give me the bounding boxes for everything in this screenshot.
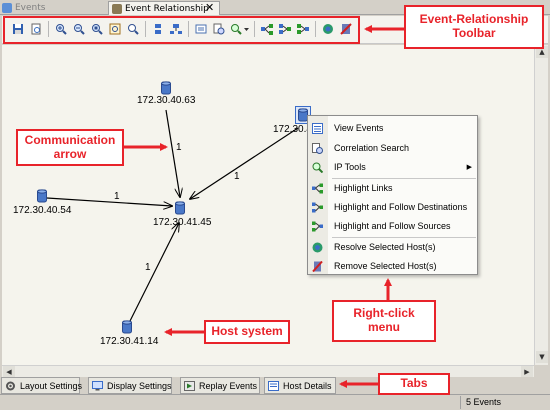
tab-events[interactable]: Events (2, 1, 102, 15)
tab-label: Layout Settings (20, 380, 83, 391)
tab-label: Display Settings (107, 380, 172, 391)
callout-text: Event-Relationship (419, 12, 529, 27)
host-icon[interactable] (122, 320, 132, 334)
tab-replay-events[interactable]: Replay Events (180, 377, 260, 394)
horizontal-scrollbar[interactable]: ◀ ▶ (2, 365, 534, 378)
status-bar: 5 Events (0, 394, 550, 410)
event-count-status: 5 Events (466, 397, 502, 407)
scroll-down-icon[interactable]: ▼ (536, 351, 548, 363)
host-icon[interactable] (37, 189, 47, 203)
edge-4x-to-45[interactable] (190, 127, 299, 199)
callout-text: Host system (211, 324, 283, 339)
host-details-icon (268, 381, 279, 391)
callout-text: arrow (53, 146, 87, 161)
tab-event-relationship-label: Event Relationship (125, 3, 209, 14)
menu-item-highlight-sources[interactable]: Highlight and Follow Sources (308, 217, 477, 235)
tab-display-settings[interactable]: Display Settings (88, 377, 172, 394)
tab-label: Replay Events (199, 380, 258, 391)
tab-event-relationship[interactable]: Event Relationship (108, 1, 220, 15)
menu-item-resolve-hosts[interactable]: Resolve Selected Host(s) (308, 238, 477, 256)
correlation-search-icon (312, 143, 323, 154)
menu-item-remove-hosts[interactable]: Remove Selected Host(s) (308, 257, 477, 275)
ip-tools-icon (312, 162, 323, 173)
tab-label: Host Details (283, 380, 332, 391)
events-icon (2, 3, 12, 13)
callout-tabs: Tabs (378, 373, 450, 395)
highlight-links-icon (312, 183, 323, 194)
tab-events-label: Events (15, 3, 46, 13)
bottom-tab-strip: Layout Settings Display Settings Replay … (0, 377, 550, 394)
highlight-sources-icon (312, 221, 323, 232)
edge-63-to-45[interactable] (165, 109, 180, 197)
menu-item-label: Highlight Links (334, 183, 393, 193)
menu-item-label: Highlight and Follow Destinations (334, 202, 468, 212)
resolve-host-icon (312, 242, 323, 253)
menu-item-highlight-links[interactable]: Highlight Links (308, 179, 477, 197)
edge-count-label: 1 (176, 142, 182, 153)
host-label-172-30-40-54: 172.30.40.54 (13, 205, 72, 216)
callout-communication-arrow: Communication arrow (16, 129, 124, 166)
host-label-172-30-41-45: 172.30.41.45 (153, 217, 212, 228)
host-label-172-30-41-14: 172.30.41.14 (100, 336, 159, 347)
menu-item-label: Highlight and Follow Sources (334, 221, 451, 231)
layout-settings-icon (6, 381, 15, 391)
event-relationship-icon (112, 3, 122, 14)
callout-right-click-menu: Right-click menu (332, 300, 436, 342)
edge-count-label: 1 (234, 171, 240, 182)
menu-item-correlation-search[interactable]: Correlation Search (308, 139, 477, 157)
callout-host-system: Host system (204, 320, 290, 344)
highlight-destinations-icon (312, 202, 323, 213)
callout-text: Right-click (353, 306, 415, 321)
menu-item-ip-tools[interactable]: IP Tools ▶ (308, 158, 477, 176)
status-divider (460, 396, 461, 409)
host-label-172-30-40-63: 172.30.40.63 (137, 95, 196, 106)
tab-host-details[interactable]: Host Details (264, 377, 336, 394)
remove-host-icon (312, 261, 323, 272)
submenu-arrow-icon: ▶ (466, 164, 472, 171)
close-icon[interactable]: ✕ (205, 1, 214, 14)
menu-item-view-events[interactable]: View Events (308, 119, 477, 137)
menu-item-label: Resolve Selected Host(s) (334, 242, 436, 252)
callout-toolbar: Event-Relationship Toolbar (404, 5, 544, 49)
menu-item-highlight-destinations[interactable]: Highlight and Follow Destinations (308, 198, 477, 216)
vertical-scrollbar[interactable]: ▲ ▼ (534, 45, 548, 365)
edge-count-label: 1 (114, 191, 120, 202)
callout-text: Communication (24, 132, 116, 147)
menu-item-label: View Events (334, 123, 384, 133)
toolbar-highlight-box (3, 16, 360, 44)
host-icon[interactable] (161, 81, 171, 95)
menu-item-label: IP Tools (334, 162, 366, 172)
edge-count-label: 1 (145, 262, 151, 273)
right-click-context-menu: View Events Correlation Search IP Tools … (307, 115, 478, 275)
callout-text: Tabs (400, 376, 428, 391)
replay-events-icon (184, 381, 195, 391)
display-settings-icon (92, 381, 103, 391)
callout-text: menu (367, 320, 400, 334)
view-events-icon (312, 123, 323, 134)
menu-item-label: Remove Selected Host(s) (334, 261, 437, 271)
edge-14-to-45[interactable] (129, 223, 179, 322)
callout-text: Toolbar (452, 26, 496, 40)
tab-layout-settings[interactable]: Layout Settings (1, 377, 83, 394)
menu-item-label: Correlation Search (334, 143, 410, 153)
host-icon[interactable] (175, 201, 185, 215)
